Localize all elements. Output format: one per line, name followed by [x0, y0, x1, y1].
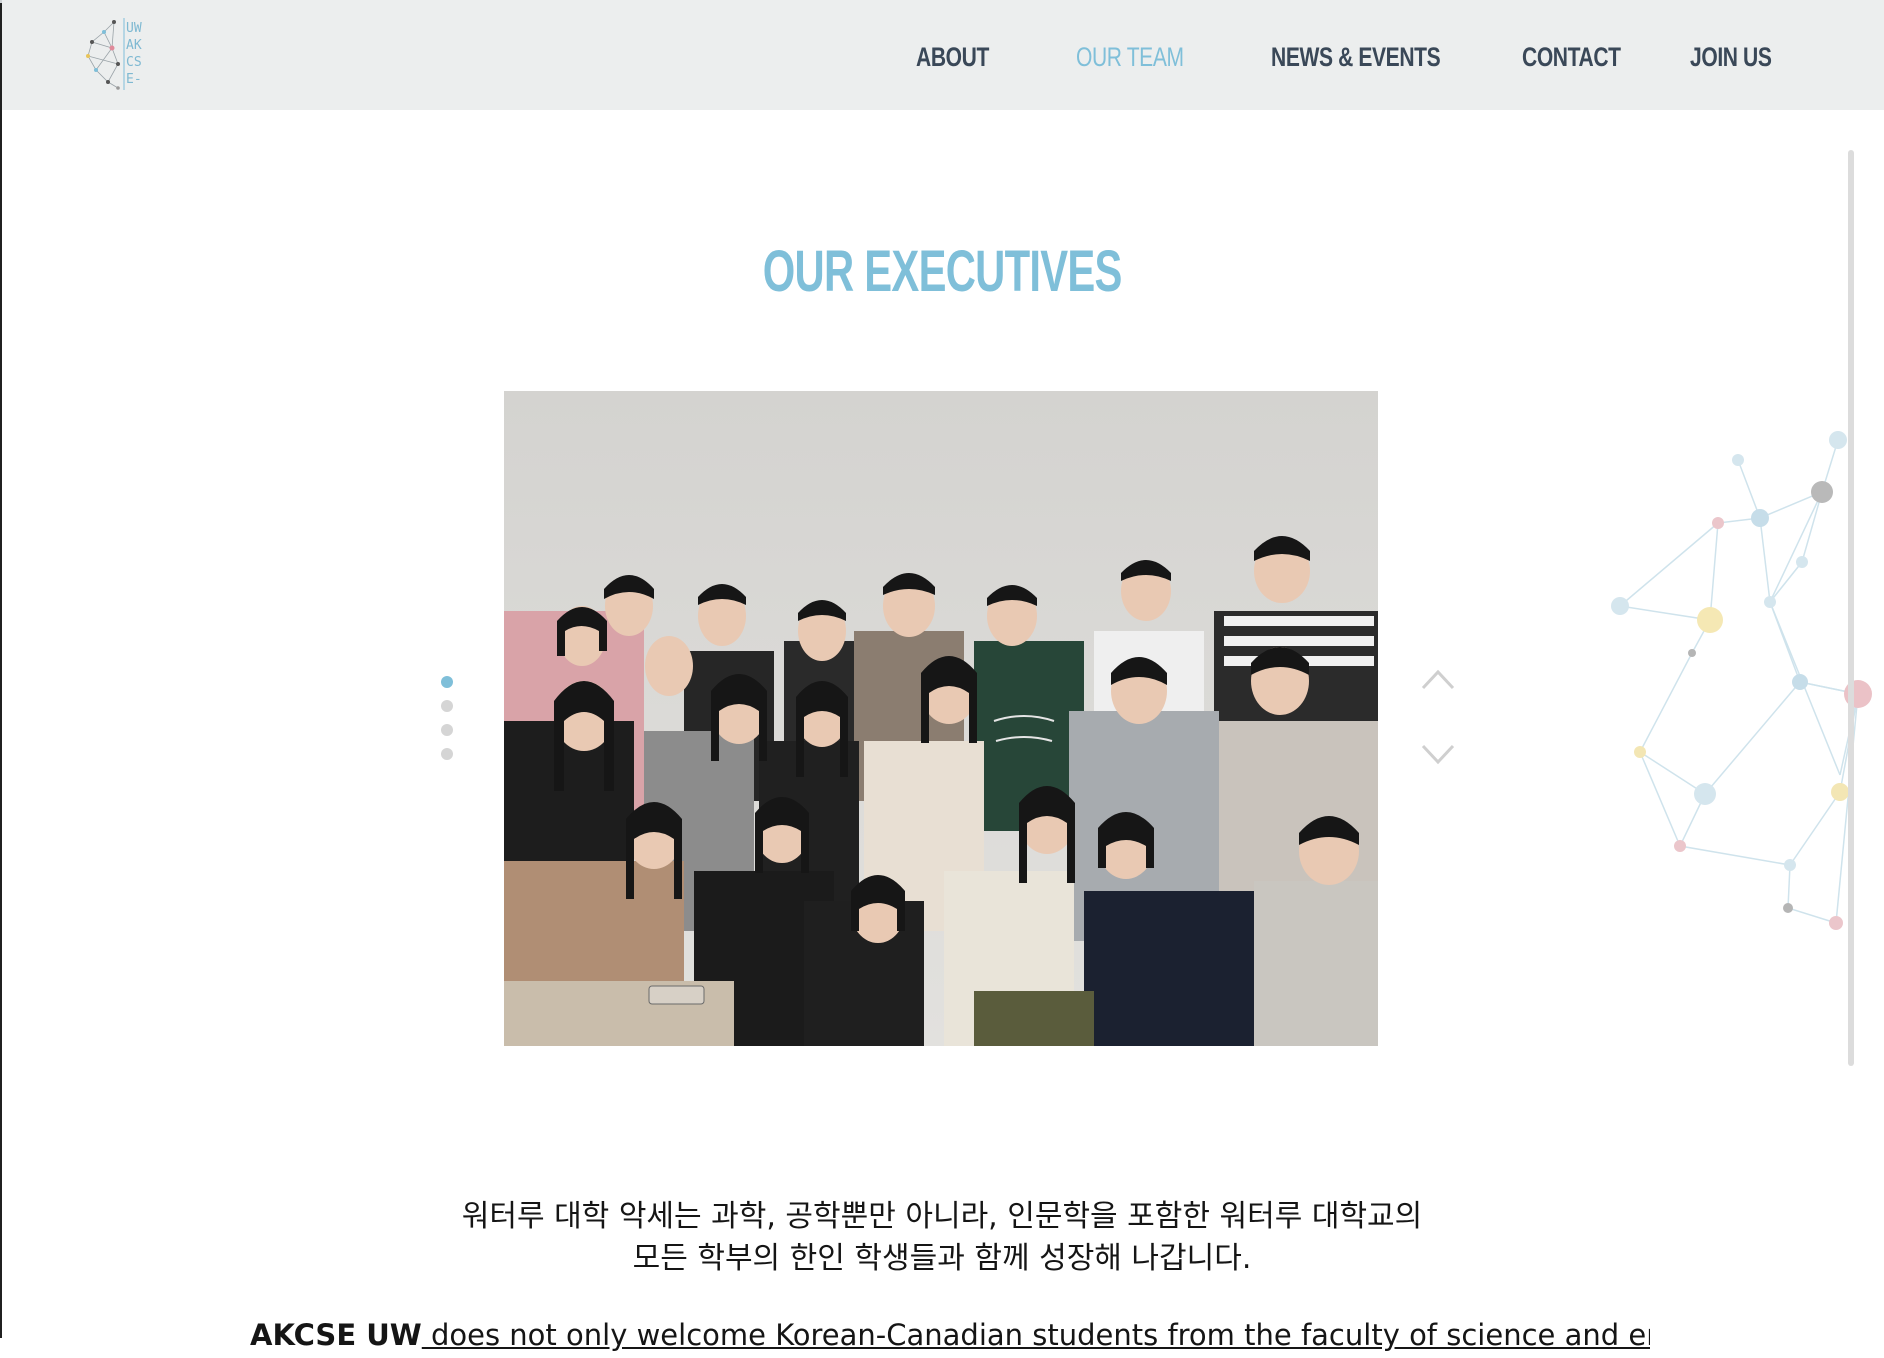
carousel-dot-3[interactable]	[441, 724, 453, 736]
network-logo-icon	[86, 18, 125, 90]
logo-letters-1: UW	[126, 21, 142, 36]
executives-group-photo	[504, 391, 1378, 1046]
group-photo-image	[504, 391, 1378, 1046]
nav-join-us[interactable]: JOIN US	[1690, 39, 1772, 75]
nav-contact[interactable]: CONTACT	[1522, 39, 1621, 75]
carousel-dot-4[interactable]	[441, 748, 453, 760]
chevron-down-icon	[1421, 744, 1455, 765]
intro-english-org: AKCSE UW	[250, 1318, 422, 1352]
nav-news-events[interactable]: NEWS & EVENTS	[1271, 39, 1441, 75]
nav-about[interactable]: ABOUT	[916, 39, 989, 75]
site-logo[interactable]: UW AK CS E-	[84, 12, 148, 92]
logo-letters-4: E-	[126, 72, 142, 87]
logo-wordmark: UW AK CS E-	[126, 20, 146, 88]
section-title: OUR EXECUTIVES	[0, 238, 1884, 305]
carousel-next-button[interactable]	[1420, 742, 1456, 770]
intro-english-text: does not only welcome Korean-Canadian st…	[430, 1318, 1650, 1352]
vertical-scroll-track[interactable]	[1848, 150, 1854, 1066]
logo-letters-2: AK	[126, 38, 142, 53]
carousel-dot-1[interactable]	[441, 676, 453, 688]
network-decoration-icon	[1611, 431, 1872, 930]
intro-korean-line-1: 워터루 대학 악세는 과학, 공학뿐만 아니라, 인문학을 포함한 워터루 대학…	[461, 1199, 1423, 1234]
nav-our-team[interactable]: OUR TEAM	[1076, 39, 1184, 75]
site-header: UW AK CS E- ABOUT OUR TEAM NEWS & EVENTS…	[2, 0, 1884, 110]
intro-korean-line-2: 모든 학부의 한인 학생들과 함께 성장해 나갑니다.	[632, 1241, 1252, 1276]
window-edge	[0, 0, 2, 1338]
intro-english: AKCSE UW does not only welcome Korean-Ca…	[250, 1318, 1650, 1358]
carousel-dot-2[interactable]	[441, 700, 453, 712]
intro-korean: 워터루 대학 악세는 과학, 공학뿐만 아니라, 인문학을 포함한 워터루 대학…	[0, 1196, 1884, 1280]
logo-letters-3: CS	[126, 55, 142, 70]
section-title-text: OUR EXECUTIVES	[762, 239, 1123, 304]
chevron-up-icon	[1421, 669, 1455, 690]
carousel-prev-button[interactable]	[1420, 664, 1456, 692]
